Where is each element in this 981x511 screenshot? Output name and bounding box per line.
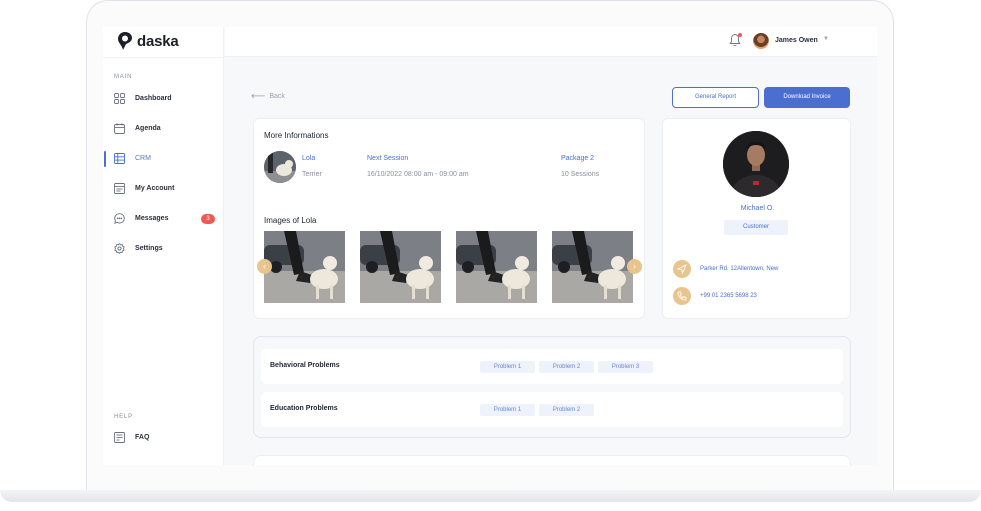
sidebar-item-settings[interactable]: Settings <box>103 241 224 257</box>
dog-photo <box>264 231 345 303</box>
problem-tag[interactable]: Problem 1 <box>480 404 535 416</box>
gallery-prev-button[interactable]: ‹ <box>257 259 272 274</box>
download-invoice-button[interactable]: Download Invoice <box>764 87 850 108</box>
sidebar-item-label: Agenda <box>135 125 161 132</box>
more-info-title: More Informations <box>264 131 329 140</box>
sidebar: daska MAIN Dashboard Agenda CRM My Accou… <box>103 27 224 465</box>
sidebar-item-label: My Account <box>135 185 175 192</box>
sidebar-item-label: CRM <box>135 155 151 162</box>
logo-text: daska <box>137 32 179 50</box>
user-name[interactable]: James Owen <box>775 37 818 44</box>
location-icon <box>673 260 691 278</box>
gallery-image[interactable] <box>360 231 441 303</box>
problem-tag[interactable]: Problem 1 <box>480 361 535 373</box>
customer-address: Parker Rd. 12Allentown, New <box>700 266 779 272</box>
sidebar-item-crm[interactable]: CRM <box>103 151 224 167</box>
faq-icon <box>114 432 125 443</box>
sidebar-divider <box>103 57 224 58</box>
gallery-next-button[interactable]: › <box>627 259 642 274</box>
active-indicator <box>104 151 106 167</box>
problem-label: Behavioral Problems <box>270 362 340 369</box>
gallery-image[interactable] <box>264 231 345 303</box>
dog-photo <box>456 231 537 303</box>
calendar-icon <box>114 123 125 134</box>
gallery-image[interactable] <box>456 231 537 303</box>
back-label: Back <box>269 93 285 100</box>
problem-tag[interactable]: Problem 2 <box>539 404 594 416</box>
problem-row-education: Education Problems Problem 1 Problem 2 <box>261 392 843 427</box>
gallery-image[interactable] <box>552 231 633 303</box>
chevron-down-icon[interactable]: ▼ <box>823 36 829 42</box>
laptop-base <box>0 490 981 502</box>
app-screen: daska MAIN Dashboard Agenda CRM My Accou… <box>103 27 877 465</box>
grid-icon <box>114 93 125 104</box>
sidebar-item-agenda[interactable]: Agenda <box>103 121 224 137</box>
package-label: Package 2 <box>561 155 595 162</box>
next-session-label: Next Session <box>367 155 409 162</box>
customer-profile-card: Michael O. Customer Parker Rd. 12Allento… <box>662 118 851 319</box>
more-info-card: More Informations Lola Terrier Next Sess… <box>253 118 645 319</box>
problem-row-behavioral: Behavioral Problems Problem 1 Problem 2 … <box>261 349 843 384</box>
dog-photo <box>360 231 441 303</box>
notification-dot <box>738 33 742 37</box>
chevron-right-icon: › <box>633 261 636 271</box>
package-value: 10 Sessions <box>561 171 600 178</box>
logo-icon <box>118 32 132 50</box>
user-avatar[interactable] <box>753 33 769 49</box>
pet-avatar <box>264 151 296 183</box>
arrow-left-icon: ⟵ <box>251 91 266 102</box>
sidebar-item-faq[interactable]: FAQ <box>103 430 224 446</box>
help-section-label: HELP <box>114 414 133 420</box>
customer-role-badge: Customer <box>724 220 788 235</box>
top-bar: James Owen ▼ <box>225 27 877 57</box>
person-photo <box>723 131 789 197</box>
sidebar-item-label: FAQ <box>135 434 150 441</box>
gallery-title: Images of Lola <box>264 216 317 225</box>
main-section-label: MAIN <box>114 74 133 80</box>
problem-tag[interactable]: Problem 2 <box>539 361 594 373</box>
pet-breed: Terrier <box>302 171 322 178</box>
pet-photo-icon <box>264 151 296 183</box>
phone-icon <box>673 287 691 305</box>
problem-tag[interactable]: Problem 3 <box>598 361 653 373</box>
lower-panel <box>253 455 851 465</box>
sidebar-item-dashboard[interactable]: Dashboard <box>103 91 224 107</box>
sidebar-item-my-account[interactable]: My Account <box>103 181 224 197</box>
sidebar-item-label: Dashboard <box>135 95 172 102</box>
general-report-button[interactable]: General Report <box>672 87 759 108</box>
chat-icon <box>114 213 125 224</box>
account-card-icon <box>114 183 125 194</box>
back-link[interactable]: ⟵ Back <box>251 91 285 102</box>
customer-photo <box>723 131 789 197</box>
next-session-value: 16/10/2022 08:00 am - 09:00 am <box>367 171 469 178</box>
chevron-left-icon: ‹ <box>263 261 266 271</box>
table-icon <box>114 153 125 164</box>
logo[interactable]: daska <box>117 31 179 51</box>
sidebar-item-label: Settings <box>135 245 163 252</box>
customer-phone: +99 01 2365 5698 23 <box>700 293 757 299</box>
dog-photo <box>552 231 633 303</box>
customer-name: Michael O. <box>740 205 775 212</box>
gear-icon <box>114 243 125 254</box>
sidebar-item-label: Messages <box>135 215 169 222</box>
pet-name[interactable]: Lola <box>302 155 315 162</box>
problems-panel: Behavioral Problems Problem 1 Problem 2 … <box>253 336 851 438</box>
sidebar-item-messages[interactable]: Messages 3 <box>103 211 224 227</box>
messages-count-badge: 3 <box>201 214 215 224</box>
problem-label: Education Problems <box>270 405 338 412</box>
